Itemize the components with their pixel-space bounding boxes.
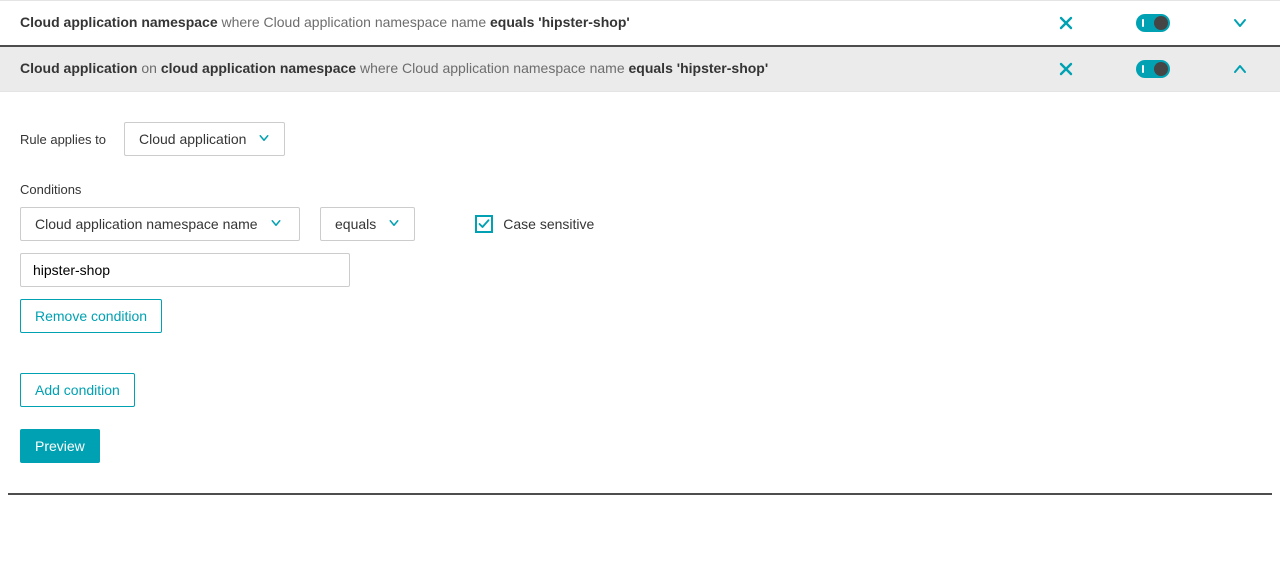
- delete-rule-button[interactable]: [1056, 13, 1076, 33]
- rule-actions: [1056, 59, 1260, 79]
- rule-entity: Cloud application namespace: [20, 14, 218, 30]
- condition-attribute-value: Cloud application namespace name: [35, 216, 258, 232]
- condition-row: Cloud application namespace name equals: [20, 207, 1260, 241]
- panel-actions: Add condition Preview: [20, 373, 1260, 463]
- condition-attribute-select[interactable]: Cloud application namespace name: [20, 207, 300, 241]
- remove-condition-row: Remove condition: [20, 299, 1260, 333]
- chevron-down-icon: [270, 216, 282, 232]
- rule-value: 'hipster-shop': [538, 14, 629, 30]
- remove-condition-button[interactable]: Remove condition: [20, 299, 162, 333]
- check-icon: [478, 218, 490, 230]
- condition-operator-select[interactable]: equals: [320, 207, 415, 241]
- rule-detail-panel: Rule applies to Cloud application Condit…: [0, 92, 1280, 493]
- rule-summary: Cloud application on cloud application n…: [20, 59, 1056, 79]
- rule-applies-label: Rule applies to: [20, 132, 106, 147]
- expand-rule-button[interactable]: [1230, 13, 1250, 33]
- enable-rule-toggle[interactable]: [1136, 60, 1170, 78]
- rule-value: 'hipster-shop': [677, 60, 768, 76]
- collapse-rule-button[interactable]: [1230, 59, 1250, 79]
- close-icon: [1058, 61, 1074, 77]
- rule-applies-select[interactable]: Cloud application: [124, 122, 285, 156]
- chevron-up-icon: [1232, 61, 1248, 77]
- rule-where: where: [222, 14, 260, 30]
- conditions-label: Conditions: [20, 182, 1260, 197]
- rule-entity: Cloud application: [20, 60, 137, 76]
- chevron-down-icon: [388, 216, 400, 232]
- condition-value-row: [20, 253, 1260, 287]
- case-sensitive-label: Case sensitive: [503, 216, 594, 232]
- rule-row[interactable]: Cloud application on cloud application n…: [0, 45, 1280, 92]
- rule-list: Cloud application namespace where Cloud …: [0, 0, 1280, 493]
- rule-on: on: [141, 60, 157, 76]
- bottom-divider: [8, 493, 1272, 495]
- close-icon: [1058, 15, 1074, 31]
- delete-rule-button[interactable]: [1056, 59, 1076, 79]
- rule-op: equals: [629, 60, 673, 76]
- chevron-down-icon: [258, 131, 270, 147]
- enable-rule-toggle[interactable]: [1136, 14, 1170, 32]
- rule-applies-row: Rule applies to Cloud application: [20, 122, 1260, 156]
- chevron-down-icon: [1232, 15, 1248, 31]
- rule-attr: Cloud application namespace name: [264, 14, 487, 30]
- rule-actions: [1056, 13, 1260, 33]
- case-sensitive-checkbox[interactable]: Case sensitive: [475, 215, 594, 233]
- rule-where: where: [360, 60, 398, 76]
- rule-summary: Cloud application namespace where Cloud …: [20, 13, 1056, 33]
- condition-operator-value: equals: [335, 216, 376, 232]
- rule-applies-value: Cloud application: [139, 131, 246, 147]
- rule-row[interactable]: Cloud application namespace where Cloud …: [0, 0, 1280, 45]
- rule-attr: Cloud application namespace name: [402, 60, 625, 76]
- checkbox-box: [475, 215, 493, 233]
- rule-editor: Cloud application namespace where Cloud …: [0, 0, 1280, 495]
- rule-op: equals: [490, 14, 534, 30]
- add-condition-button[interactable]: Add condition: [20, 373, 135, 407]
- condition-value-input[interactable]: [20, 253, 350, 287]
- preview-button[interactable]: Preview: [20, 429, 100, 463]
- rule-entity2: cloud application namespace: [161, 60, 356, 76]
